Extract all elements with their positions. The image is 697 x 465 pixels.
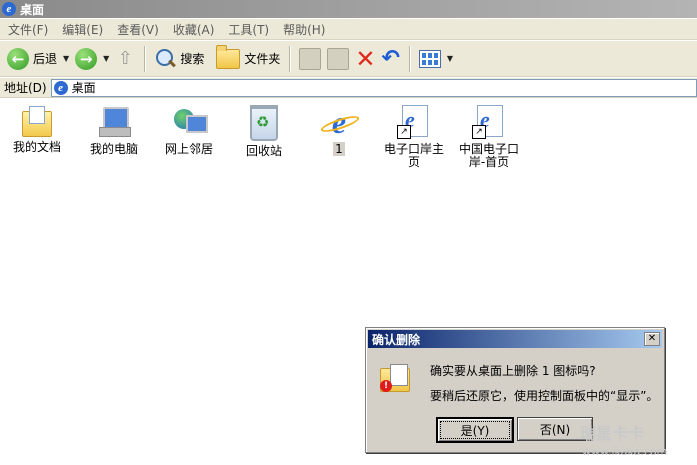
folders-button[interactable]: 文件夹 <box>213 44 283 73</box>
watermark-url: www.ikaka.com <box>582 445 668 458</box>
icon-label: 我的电脑 <box>89 142 138 156</box>
toolbar-separator <box>408 45 410 72</box>
move-to-icon <box>299 47 322 70</box>
explorer-window-icon: e <box>2 2 16 16</box>
icon-label: 网上邻居 <box>164 142 213 156</box>
delete-button[interactable]: ✕ <box>352 45 378 73</box>
views-dropdown-icon[interactable]: ▼ <box>447 54 453 63</box>
icon-label-selected: 1 <box>333 142 345 156</box>
move-to-button[interactable] <box>296 45 324 73</box>
delete-warning-icon: ! <box>380 364 410 392</box>
dialog-title-bar: 确认删除 ✕ <box>368 330 662 348</box>
undo-button[interactable]: ↶ <box>378 45 402 73</box>
folder-icon <box>216 44 241 69</box>
back-dropdown-icon[interactable]: ▼ <box>63 54 69 63</box>
my-computer-icon <box>97 105 131 139</box>
menu-edit[interactable]: 编辑(E) <box>62 21 103 38</box>
back-button[interactable]: ← 后退 ▼ <box>4 45 72 73</box>
dialog-title: 确认删除 <box>372 332 421 347</box>
icon-label: 电子口岸主页 <box>383 142 444 169</box>
desktop-icon-china-eport-home[interactable]: e ↗ 中国电子口岸-首页 <box>452 105 526 169</box>
network-places-icon <box>172 105 208 139</box>
my-documents-icon <box>22 106 52 137</box>
desktop-icon-internet-explorer[interactable]: e 1 <box>302 105 376 156</box>
desktop-icon-eport-home[interactable]: e ↗ 电子口岸主页 <box>377 105 451 169</box>
icon-label: 中国电子口岸-首页 <box>458 142 519 169</box>
search-button[interactable]: 搜索 <box>151 45 207 73</box>
desktop-icon-my-computer[interactable]: 我的电脑 <box>77 105 151 156</box>
up-folder-button[interactable]: ⇧ <box>112 45 138 73</box>
menu-bar: 文件(F) 编辑(E) 查看(V) 收藏(A) 工具(T) 帮助(H) <box>0 19 697 40</box>
menu-view[interactable]: 查看(V) <box>117 21 159 38</box>
desktop-icon-my-documents[interactable]: 我的文档 <box>0 105 74 154</box>
toolbar-separator <box>144 45 146 72</box>
recycle-bin-icon <box>250 105 278 141</box>
address-value: 桌面 <box>71 81 96 95</box>
copy-to-button[interactable] <box>324 45 352 73</box>
forward-arrow-icon: → <box>75 47 98 70</box>
menu-help[interactable]: 帮助(H) <box>283 21 325 38</box>
undo-icon: ↶ <box>381 45 400 71</box>
address-location-icon: e <box>53 80 68 95</box>
folders-label: 文件夹 <box>244 52 281 66</box>
toolbar-separator <box>289 45 291 72</box>
internet-explorer-icon: e <box>322 105 356 139</box>
address-label: 地址(D) <box>4 81 47 95</box>
ie-shortcut-icon: e ↗ <box>472 105 506 139</box>
dialog-hint: 要稍后还原它，使用控制面板中的“显示”。 <box>430 389 659 403</box>
delete-x-icon: ✕ <box>355 44 376 73</box>
menu-file[interactable]: 文件(F) <box>8 21 48 38</box>
views-button[interactable]: ▼ <box>416 45 456 73</box>
views-icon <box>418 49 441 68</box>
ie-shortcut-icon: e ↗ <box>397 105 431 139</box>
menu-favorites[interactable]: 收藏(A) <box>173 21 215 38</box>
search-icon <box>154 48 177 70</box>
copy-to-icon <box>327 47 350 70</box>
desktop-icon-network-places[interactable]: 网上邻居 <box>152 105 226 156</box>
window-title-bar: e 桌面 <box>0 0 697 18</box>
address-field[interactable]: e 桌面 <box>50 78 697 97</box>
back-arrow-icon: ← <box>7 47 29 70</box>
window-title: 桌面 <box>20 2 45 17</box>
dialog-message: 确实要从桌面上删除 1 图标吗? <box>430 364 596 378</box>
icon-label: 回收站 <box>245 144 282 158</box>
forward-dropdown-icon[interactable]: ▼ <box>103 54 109 63</box>
standard-toolbar: ← 后退 ▼ → ▼ ⇧ 搜索 文件夹 ✕ ↶ ▼ <box>0 41 697 77</box>
desktop-icon-recycle-bin[interactable]: 回收站 <box>227 105 301 158</box>
yes-button[interactable]: 是(Y) <box>436 417 514 443</box>
up-folder-icon: ⇧ <box>117 47 133 69</box>
back-label: 后退 <box>33 52 58 66</box>
search-label: 搜索 <box>180 52 205 66</box>
icon-label: 我的文档 <box>12 140 61 154</box>
dialog-close-icon[interactable]: ✕ <box>644 332 660 346</box>
menu-tools[interactable]: 工具(T) <box>228 21 269 38</box>
address-bar: 地址(D) e 桌面 <box>0 78 697 98</box>
forward-button[interactable]: → ▼ <box>72 45 112 73</box>
watermark-brand: 瑞星卡卡 <box>580 424 645 443</box>
